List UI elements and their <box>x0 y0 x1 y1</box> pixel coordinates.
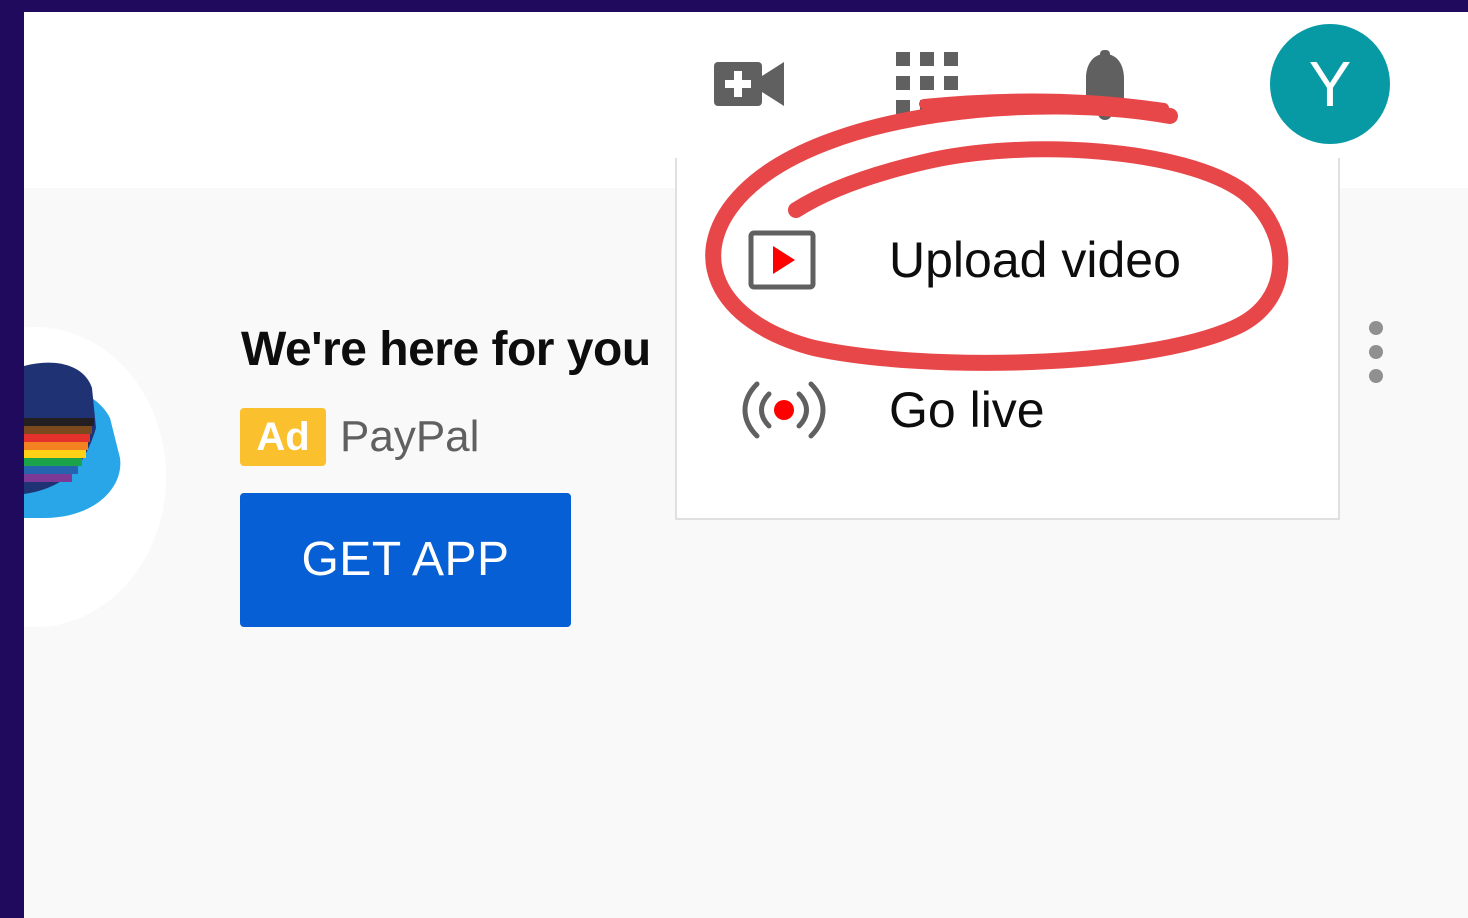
get-app-button[interactable]: GET APP <box>240 493 571 627</box>
ad-title[interactable]: We're here for you <box>241 322 651 377</box>
apps-grid-icon[interactable] <box>896 52 958 114</box>
create-menu: Upload video Go live <box>675 158 1340 520</box>
video-camera-plus-icon[interactable] <box>714 58 784 110</box>
more-vert-icon[interactable] <box>1362 320 1390 384</box>
avatar[interactable]: Y <box>1270 24 1390 144</box>
bell-icon[interactable] <box>1080 50 1130 120</box>
ad-badge: Ad <box>240 408 326 466</box>
paypal-logo-icon[interactable] <box>24 358 124 548</box>
go-live-icon <box>742 381 826 439</box>
menu-item-label: Go live <box>889 382 1045 438</box>
upload-video-icon <box>748 230 816 290</box>
menu-item-upload-video[interactable]: Upload video <box>677 204 1338 314</box>
menu-item-label: Upload video <box>889 232 1181 288</box>
menu-item-go-live[interactable]: Go live <box>677 354 1338 464</box>
ad-advertiser-name[interactable]: PayPal <box>340 408 479 466</box>
app-frame: Y We're here for you Ad PayPal GET APP U… <box>24 12 1468 918</box>
